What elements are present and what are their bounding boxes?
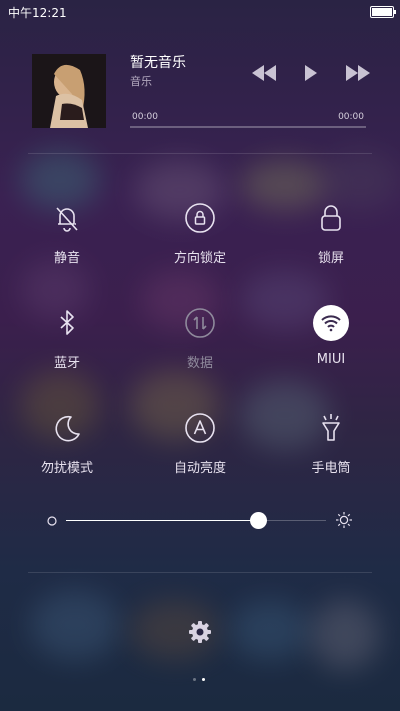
toggle-wifi[interactable]: MIUI — [271, 305, 391, 385]
toggle-do-not-disturb[interactable]: 勿扰模式 — [7, 410, 127, 490]
music-progress-bar[interactable] — [130, 126, 366, 128]
brightness-low-icon — [47, 516, 57, 526]
status-bar: 中午12:21 — [0, 0, 400, 24]
lock-icon — [321, 205, 341, 231]
bell-off-icon — [56, 207, 78, 232]
toggle-mobile-data[interactable]: 数据 — [140, 305, 260, 385]
time-elapsed: 00:00 — [132, 112, 158, 122]
brightness-high-icon — [336, 512, 352, 528]
divider — [28, 572, 372, 573]
toggle-mute[interactable]: 静音 — [7, 200, 127, 280]
status-time: 中午12:21 — [8, 6, 67, 20]
brightness-slider-row — [0, 505, 400, 535]
next-button[interactable] — [342, 60, 372, 86]
toggle-auto-brightness[interactable]: 自动亮度 — [140, 410, 260, 490]
toggle-label: 蓝牙 — [53, 356, 80, 371]
page-dot-active — [202, 678, 205, 681]
toggle-label: 静音 — [53, 251, 80, 266]
brightness-slider[interactable] — [66, 520, 326, 521]
toggle-label: 锁屏 — [317, 251, 344, 266]
toggle-label: 勿扰模式 — [40, 461, 93, 476]
previous-icon — [252, 65, 276, 81]
toggle-label: 手电筒 — [311, 461, 351, 476]
toggle-lock-screen[interactable]: 锁屏 — [271, 200, 391, 280]
brightness-thumb[interactable] — [249, 512, 267, 529]
auto-brightness-icon — [185, 413, 215, 443]
next-icon — [346, 65, 370, 81]
brightness-fill — [66, 520, 259, 521]
play-icon — [305, 65, 317, 81]
rotation-lock-icon — [185, 203, 215, 233]
bluetooth-icon — [60, 310, 74, 335]
toggle-label: 自动亮度 — [173, 461, 226, 476]
song-artist: 音乐 — [130, 75, 152, 88]
settings-button[interactable] — [186, 618, 214, 646]
previous-button[interactable] — [250, 60, 280, 86]
album-art[interactable] — [32, 54, 106, 128]
toggle-rotation-lock[interactable]: 方向锁定 — [140, 200, 260, 280]
play-button[interactable] — [296, 60, 326, 86]
toggle-label: 数据 — [186, 356, 213, 371]
moon-icon — [55, 415, 80, 442]
time-total: 00:00 — [338, 112, 364, 122]
toggle-label: 方向锁定 — [173, 251, 226, 266]
page-dot — [193, 678, 196, 681]
toggle-flashlight[interactable]: 手电筒 — [271, 410, 391, 490]
flashlight-icon — [322, 414, 340, 441]
mobile-data-icon — [185, 308, 215, 338]
battery-icon — [370, 6, 396, 18]
divider — [28, 153, 372, 154]
toggle-bluetooth[interactable]: 蓝牙 — [7, 305, 127, 385]
gear-icon — [189, 621, 211, 643]
music-widget: 暂无音乐 音乐 00:00 00:00 — [0, 40, 400, 150]
song-title: 暂无音乐 — [130, 55, 186, 71]
wifi-icon — [313, 305, 349, 341]
toggle-label: MIUI — [316, 352, 346, 367]
